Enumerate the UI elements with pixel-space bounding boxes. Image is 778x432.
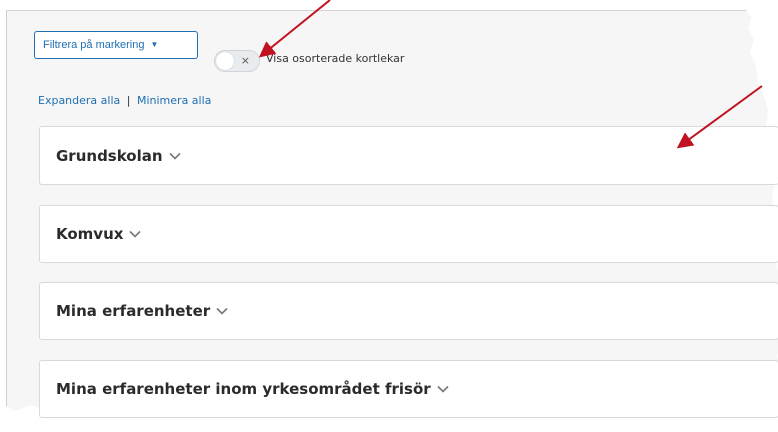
expand-collapse-links: Expandera alla | Minimera alla [38,94,211,107]
section-title: Komvux [56,225,124,243]
caret-down-icon: ▼ [150,40,159,49]
chevron-down-icon [168,152,181,160]
section-grundskolan[interactable]: Grundskolan [39,126,778,185]
section-title: Mina erfarenheter [56,302,211,320]
chevron-down-icon [129,230,142,238]
section-komvux[interactable]: Komvux [39,205,778,263]
show-unsorted-toggle[interactable]: × [214,50,260,72]
section-mina-erfarenheter[interactable]: Mina erfarenheter [39,282,778,340]
section-title: Grundskolan [56,146,163,165]
show-unsorted-label: Visa osorterade kortlekar [266,52,405,65]
link-separator: | [126,94,131,107]
chevron-down-icon [437,385,449,393]
toggle-off-icon: × [240,54,250,67]
filter-by-selection-dropdown[interactable]: Filtrera på markering ▼ [34,31,198,59]
section-title: Mina erfarenheter inom yrkesområdet fris… [56,380,431,398]
expand-all-link[interactable]: Expandera alla [38,94,120,107]
chevron-down-icon [216,307,228,315]
toggle-knob [216,52,234,70]
filter-button-label: Filtrera på markering [43,39,145,51]
section-mina-erfarenheter-frisor[interactable]: Mina erfarenheter inom yrkesområdet fris… [39,360,778,418]
collapse-all-link[interactable]: Minimera alla [137,94,211,107]
screenshot-stage: Filtrera på markering ▼ × Visa osorterad… [0,0,778,432]
